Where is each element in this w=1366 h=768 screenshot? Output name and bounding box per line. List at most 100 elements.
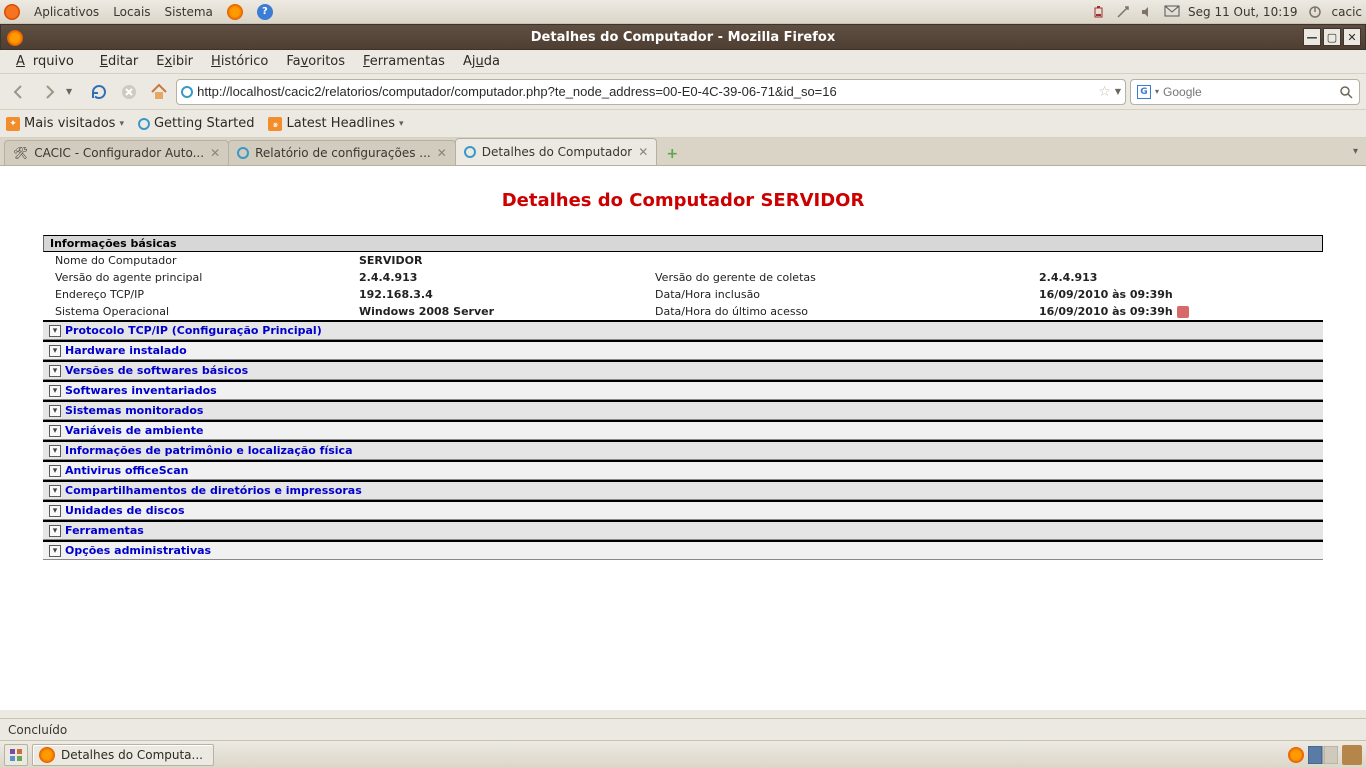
tray-firefox-icon[interactable] <box>1288 747 1304 763</box>
expander-label: Ferramentas <box>65 524 144 537</box>
menu-ferramentas[interactable]: Ferramentas <box>355 52 453 71</box>
engine-dropdown-icon[interactable]: ▾ <box>1155 87 1159 96</box>
window-minimize-button[interactable]: — <box>1303 28 1321 46</box>
tab-close-icon[interactable]: ✕ <box>638 145 648 159</box>
firefox-icon <box>39 747 55 763</box>
menu-arquivo[interactable]: Arquivo <box>8 52 90 71</box>
tab-detalhes[interactable]: Detalhes do Computador ✕ <box>455 138 658 165</box>
window-maximize-button[interactable]: ▢ <box>1323 28 1341 46</box>
menu-exibir[interactable]: Exibir <box>148 52 201 71</box>
forward-button[interactable] <box>36 79 62 105</box>
menu-historico[interactable]: Histórico <box>203 52 276 71</box>
search-input[interactable] <box>1163 85 1335 99</box>
network-icon[interactable] <box>1116 5 1130 19</box>
volume-icon[interactable] <box>1140 5 1154 19</box>
window-titlebar: Detalhes do Computador - Mozilla Firefox… <box>0 24 1366 50</box>
trash-icon[interactable] <box>1342 745 1362 765</box>
ubuntu-logo-icon[interactable] <box>4 4 20 20</box>
new-tab-button[interactable]: + <box>660 143 684 165</box>
most-visited-icon: ✦ <box>6 117 20 131</box>
expand-icon: ▾ <box>49 485 61 497</box>
url-dropdown-icon[interactable]: ▼ <box>1115 87 1121 96</box>
taskbar-firefox-button[interactable]: Detalhes do Computa... <box>32 744 214 766</box>
expander-row[interactable]: ▾Opções administrativas <box>43 540 1323 560</box>
battery-icon[interactable] <box>1092 5 1106 19</box>
expander-label: Antivirus officeScan <box>65 464 188 477</box>
expander-row[interactable]: ▾Protocolo TCP/IP (Configuração Principa… <box>43 320 1323 340</box>
bookmark-star-icon[interactable]: ☆ <box>1098 84 1111 100</box>
most-visited-button[interactable]: ✦Mais visitados▾ <box>6 116 124 131</box>
menu-editar[interactable]: Editar <box>92 52 147 71</box>
expand-icon: ▾ <box>49 385 61 397</box>
home-button[interactable] <box>146 79 172 105</box>
expand-icon: ▾ <box>49 525 61 537</box>
tab-title: CACIC - Configurador Auto... <box>34 146 204 160</box>
list-all-tabs-icon[interactable]: ▾ <box>1353 146 1358 157</box>
expander-row[interactable]: ▾Versões de softwares básicos <box>43 360 1323 380</box>
latest-headlines-button[interactable]: ๑Latest Headlines▾ <box>268 116 403 131</box>
status-bar: Concluído <box>0 718 1366 740</box>
expander-row[interactable]: ▾ Antivirus officeScan <box>43 460 1323 480</box>
show-desktop-button[interactable] <box>4 744 28 766</box>
expander-label: Hardware instalado <box>65 344 187 357</box>
expand-icon: ▾ <box>49 465 61 477</box>
site-identity-icon[interactable] <box>181 86 193 98</box>
value-nome: SERVIDOR <box>353 252 643 269</box>
expander-row[interactable]: ▾ Hardware instalado <box>43 340 1323 360</box>
help-launcher-icon[interactable]: ? <box>257 4 273 20</box>
history-dropdown-icon[interactable]: ▼ <box>66 87 72 96</box>
expander-row[interactable]: ▾Softwares inventariados <box>43 380 1323 400</box>
gnome-menu-system[interactable]: Sistema <box>165 5 213 19</box>
expander-row[interactable]: ▾Unidades de discos <box>43 500 1323 520</box>
window-close-button[interactable]: ✕ <box>1343 28 1361 46</box>
tab-title: Relatório de configurações ... <box>255 146 431 160</box>
user-label[interactable]: cacic <box>1332 5 1362 19</box>
basic-info-grid: Nome do Computador SERVIDOR Versão do ag… <box>43 252 1323 320</box>
url-input[interactable] <box>197 84 1094 99</box>
gnome-menu-places[interactable]: Locais <box>113 5 150 19</box>
label-versao-gerente: Versão do gerente de coletas <box>643 269 1033 286</box>
reload-button[interactable] <box>86 79 112 105</box>
firefox-launcher-icon[interactable] <box>227 4 243 20</box>
menu-favoritos[interactable]: Favoritos <box>278 52 353 71</box>
expander-row[interactable]: ▾Informações de patrimônio e localização… <box>43 440 1323 460</box>
expander-row[interactable]: ▾ Compartilhamentos de diretórios e impre… <box>43 480 1323 500</box>
google-engine-icon[interactable]: G <box>1137 85 1151 99</box>
expander-row[interactable]: ▾ Ferramentas <box>43 520 1323 540</box>
expander-label: Sistemas monitorados <box>65 404 203 417</box>
nav-toolbar: ▼ ☆ ▼ G ▾ <box>0 74 1366 110</box>
tab-bar: 🛠 CACIC - Configurador Auto... ✕ Relatór… <box>0 138 1366 166</box>
value-so: Windows 2008 Server <box>353 303 643 320</box>
url-bar[interactable]: ☆ ▼ <box>176 79 1126 105</box>
tab-cacic-config[interactable]: 🛠 CACIC - Configurador Auto... ✕ <box>4 140 229 165</box>
tab-close-icon[interactable]: ✕ <box>437 146 447 160</box>
expand-icon: ▾ <box>49 345 61 357</box>
mail-icon[interactable] <box>1164 5 1178 19</box>
gnome-panel: Aplicativos Locais Sistema ? Seg 11 Out,… <box>0 0 1366 24</box>
stop-button[interactable] <box>116 79 142 105</box>
flag-icon <box>1177 306 1189 318</box>
tab-relatorio[interactable]: Relatório de configurações ... ✕ <box>228 140 456 165</box>
search-go-icon[interactable] <box>1339 85 1353 99</box>
section-basic-info: Informações básicas <box>43 235 1323 252</box>
clock[interactable]: Seg 11 Out, 10:19 <box>1188 5 1297 19</box>
value-data-acesso: 16/09/2010 às 09:39h <box>1033 303 1323 320</box>
power-icon[interactable] <box>1308 5 1322 19</box>
workspace-switcher[interactable] <box>1308 746 1338 764</box>
menu-ajuda[interactable]: Ajuda <box>455 52 508 71</box>
expander-label: Compartilhamentos de diretórios e impres… <box>65 484 362 497</box>
expand-icon: ▾ <box>49 445 61 457</box>
expander-row[interactable]: ▾Variáveis de ambiente <box>43 420 1323 440</box>
getting-started-bookmark[interactable]: Getting Started <box>138 116 255 131</box>
task-title: Detalhes do Computa... <box>61 748 203 762</box>
gnome-menu-applications[interactable]: Aplicativos <box>34 5 99 19</box>
expander-label: Unidades de discos <box>65 504 185 517</box>
expander-row[interactable]: ▾Sistemas monitorados <box>43 400 1323 420</box>
search-box[interactable]: G ▾ <box>1130 79 1360 105</box>
tab-favicon-icon: 🛠 <box>13 146 28 160</box>
label-endereco: Endereço TCP/IP <box>43 286 353 303</box>
back-button[interactable] <box>6 79 32 105</box>
expander-label: Versões de softwares básicos <box>65 364 248 377</box>
page-content: Detalhes do Computador SERVIDOR Informaç… <box>0 166 1366 710</box>
tab-close-icon[interactable]: ✕ <box>210 146 220 160</box>
